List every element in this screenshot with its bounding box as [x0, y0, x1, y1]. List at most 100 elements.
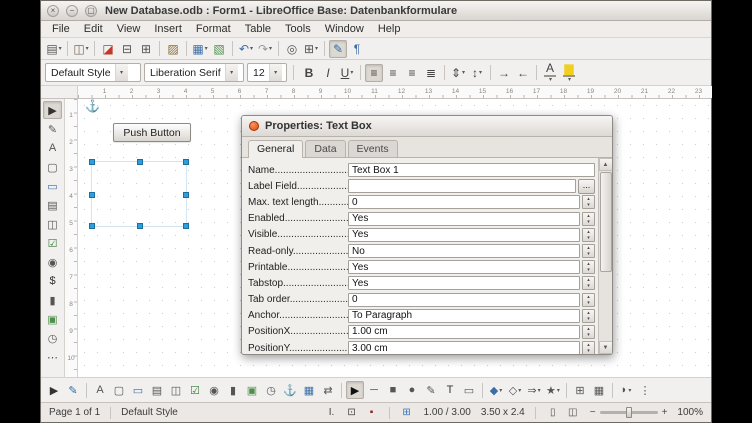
properties-dialog-titlebar[interactable]: Properties: Text Box	[242, 116, 612, 137]
line-spacing-icon[interactable]: ⇕▾	[449, 64, 467, 82]
chevron-down-icon[interactable]: ▾	[269, 64, 282, 81]
navigator-icon[interactable]: ⊞▾	[302, 40, 320, 58]
insert-rectangle-icon[interactable]: ■	[384, 381, 402, 399]
clone-formatting-icon[interactable]: ▨	[164, 40, 182, 58]
vertical-ruler[interactable]: 12345678910	[65, 99, 78, 377]
combo-box-icon[interactable]: ◫	[43, 215, 62, 233]
maximize-button[interactable]: ▢	[85, 5, 97, 17]
option-button-icon[interactable]: ◉	[43, 253, 62, 271]
zoom-level-status[interactable]: 100%	[677, 407, 703, 418]
spin-down-icon[interactable]: ▾	[583, 348, 594, 354]
font-name-combobox[interactable]: Liberation Serif ▾	[144, 63, 244, 82]
property-input-tab-order[interactable]	[348, 293, 580, 307]
more-options-icon[interactable]: ⋮	[636, 381, 654, 399]
font-size-combobox[interactable]: 12 ▾	[247, 63, 287, 82]
tab-general[interactable]: General	[248, 140, 303, 158]
select-icon[interactable]: ▶	[43, 101, 62, 119]
zoom-out-button[interactable]: −	[590, 408, 596, 418]
chevron-down-icon[interactable]: ▾	[462, 69, 465, 76]
spin-down-icon[interactable]: ▾	[583, 267, 594, 273]
new-document-icon[interactable]: ▤▾	[45, 40, 63, 58]
property-input-name[interactable]	[348, 163, 595, 177]
find-replace-icon[interactable]: ◎	[283, 40, 301, 58]
chevron-down-icon[interactable]: ▾	[549, 77, 552, 83]
horizontal-ruler-scale[interactable]: 1234567891011121314151617181920212223	[78, 86, 712, 98]
block-arrows-icon[interactable]: ⇒▾	[525, 381, 543, 399]
align-left-icon[interactable]: ≡	[365, 64, 383, 82]
zoom-in-button[interactable]: +	[662, 408, 668, 418]
list-box-icon[interactable]: ▤	[148, 381, 166, 399]
font-color-icon[interactable]: A▾	[541, 64, 559, 82]
paragraph-style-combobox[interactable]: Default Style ▾	[45, 63, 141, 82]
image-button-icon[interactable]: ▣	[243, 381, 261, 399]
label-field-icon[interactable]: A	[91, 381, 109, 399]
insert-line-icon[interactable]: ─	[365, 381, 383, 399]
menu-item-help[interactable]: Help	[371, 22, 408, 36]
chevron-down-icon[interactable]: ▾	[225, 64, 238, 81]
save-icon[interactable]: ◫▾	[72, 40, 90, 58]
menu-item-edit[interactable]: Edit	[77, 22, 110, 36]
print-preview-icon[interactable]: ⊞	[137, 40, 155, 58]
decrease-indent-icon[interactable]: ←	[514, 64, 532, 82]
spin-down-icon[interactable]: ▾	[583, 219, 594, 225]
property-input-position-y[interactable]	[348, 341, 580, 355]
tab-data[interactable]: Data	[305, 140, 345, 157]
design-mode-icon[interactable]: ✎	[43, 120, 62, 138]
chevron-down-icon[interactable]: ▾	[557, 387, 560, 394]
spin-down-icon[interactable]: ▾	[583, 300, 594, 306]
insert-mode-icon[interactable]: I.	[325, 406, 339, 420]
highlighting-color-icon[interactable]: ▆▾	[560, 64, 578, 82]
property-input-enabled[interactable]	[348, 212, 580, 226]
menu-item-file[interactable]: File	[45, 22, 77, 36]
list-box-icon[interactable]: ▤	[43, 196, 62, 214]
position-size-icon[interactable]: ⊞	[400, 406, 414, 420]
freeform-line-icon[interactable]: ✎	[422, 381, 440, 399]
export-pdf-icon[interactable]: ◪	[99, 40, 117, 58]
select-icon[interactable]: ▶	[45, 381, 63, 399]
property-input-label-field[interactable]	[348, 179, 576, 193]
menu-item-table[interactable]: Table	[238, 22, 278, 36]
basic-shapes-icon[interactable]: ◆▾	[487, 381, 505, 399]
horizontal-ruler[interactable]: 1234567891011121314151617181920212223	[41, 86, 711, 99]
property-input-anchor[interactable]	[348, 309, 580, 323]
combo-box-icon[interactable]: ◫	[167, 381, 185, 399]
selection-handle-nw[interactable]	[89, 159, 95, 165]
snap-to-grid-icon[interactable]: ▦	[590, 381, 608, 399]
close-button[interactable]: ×	[47, 5, 59, 17]
design-mode-icon[interactable]: ✎	[64, 381, 82, 399]
selected-text-box-control[interactable]	[91, 161, 187, 227]
design-mode-icon[interactable]: ✎	[329, 40, 347, 58]
insert-ellipse-icon[interactable]: ●	[403, 381, 421, 399]
property-input-visible[interactable]	[348, 228, 580, 242]
callouts-icon[interactable]: ◗▾	[617, 381, 635, 399]
push-button-icon[interactable]: ▮	[224, 381, 242, 399]
chevron-down-icon[interactable]: ▾	[86, 45, 89, 52]
tab-events[interactable]: Events	[348, 140, 398, 157]
check-box-icon[interactable]: ☑	[186, 381, 204, 399]
zoom-slider[interactable]: − +	[590, 408, 668, 418]
selection-mode-icon[interactable]: ⊡	[345, 406, 359, 420]
underline-icon[interactable]: U▾	[338, 64, 356, 82]
push-button-control[interactable]: Push Button	[113, 123, 191, 142]
more-controls-icon[interactable]: ⋯	[43, 348, 62, 366]
property-input-position-x[interactable]	[348, 325, 580, 339]
align-right-icon[interactable]: ≡	[403, 64, 421, 82]
chevron-down-icon[interactable]: ▾	[499, 387, 502, 394]
menu-item-view[interactable]: View	[110, 22, 148, 36]
currency-field-icon[interactable]: $	[43, 272, 62, 290]
bold-icon[interactable]: B	[300, 64, 318, 82]
chevron-down-icon[interactable]: ▾	[269, 45, 272, 52]
chevron-down-icon[interactable]: ▾	[350, 69, 353, 76]
text-box-icon[interactable]: ▭	[43, 177, 62, 195]
zoom-slider-track[interactable]	[600, 411, 658, 414]
selection-handle-ne[interactable]	[183, 159, 189, 165]
spin-down-icon[interactable]: ▾	[583, 202, 594, 208]
option-button-icon[interactable]: ◉	[205, 381, 223, 399]
menu-item-window[interactable]: Window	[318, 22, 371, 36]
symbol-shapes-icon[interactable]: ◇▾	[506, 381, 524, 399]
print-icon[interactable]: ⊟	[118, 40, 136, 58]
menu-item-insert[interactable]: Insert	[147, 22, 189, 36]
selection-handle-se[interactable]	[183, 223, 189, 229]
check-box-icon[interactable]: ☑	[43, 234, 62, 252]
align-center-icon[interactable]: ≡	[384, 64, 402, 82]
